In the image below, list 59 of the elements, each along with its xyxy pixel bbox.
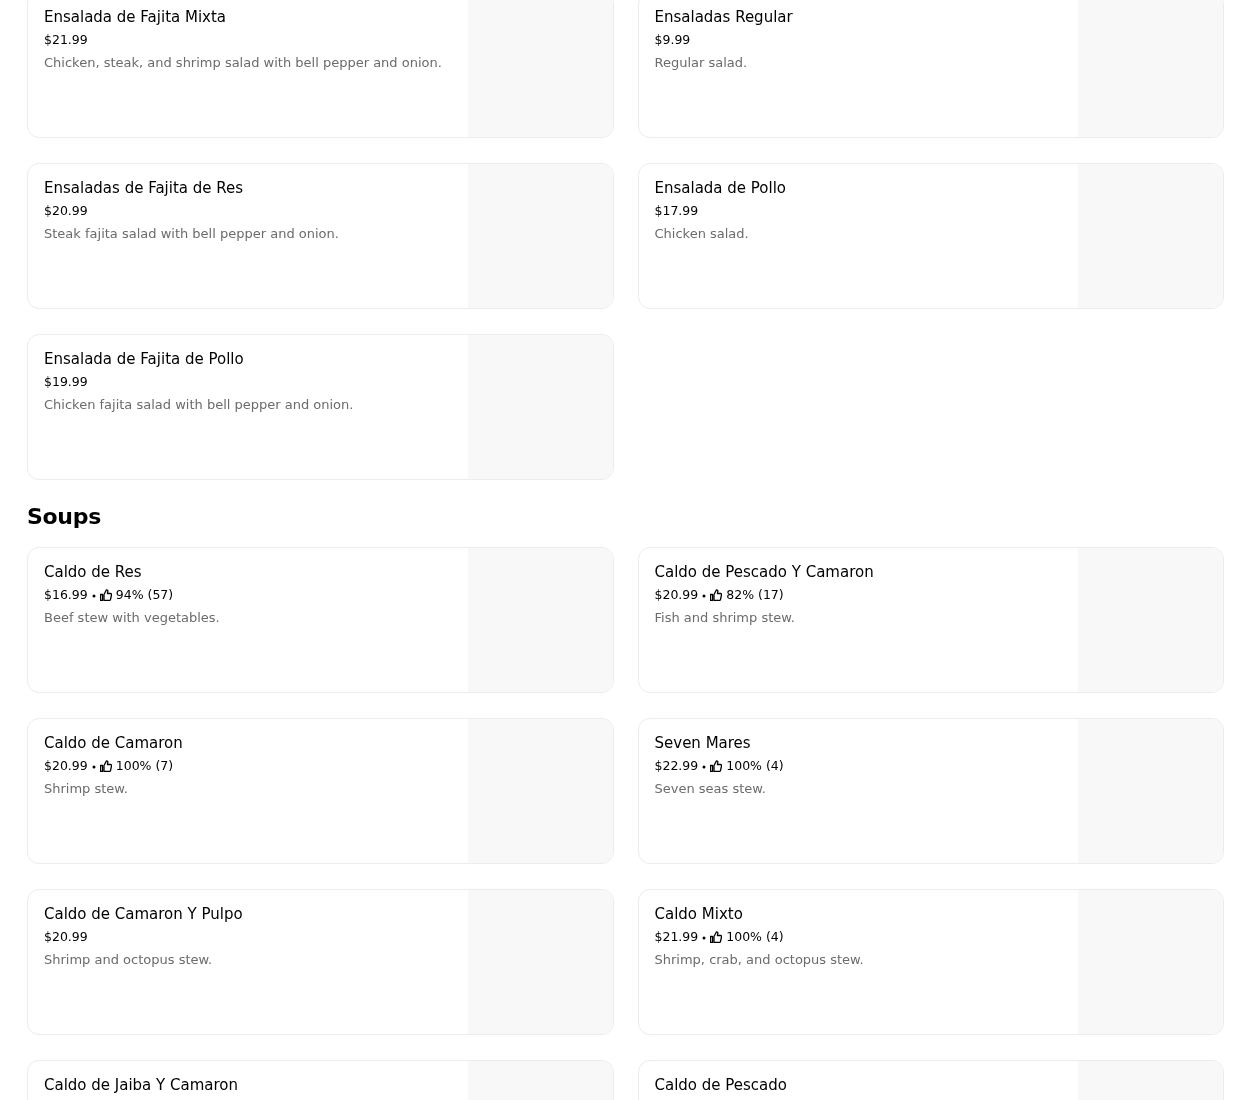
item-price: $19.99: [44, 374, 88, 389]
item-description: Chicken, steak, and shrimp salad with bell pepper and onion.: [44, 55, 443, 70]
item-price: $20.99: [654, 587, 699, 602]
item-name: Ensalada de Fajita Mixta: [44, 8, 228, 26]
item-description: Beef stew with vegetables.: [44, 610, 221, 625]
item-price: $17.99: [654, 203, 699, 218]
item-name: Ensaladas Regular: [654, 8, 794, 26]
item-description: Shrimp stew.: [44, 781, 129, 796]
menu-item-card[interactable]: Caldo de Camaron Y Pulpo $20.99 Shrimp and octopus stew.: [27, 889, 614, 1035]
thumbs-up-icon: [710, 930, 723, 943]
item-rating: 100% (4): [726, 758, 784, 773]
item-price: $9.99: [654, 32, 691, 47]
item-name: Ensalada de Pollo: [654, 179, 788, 197]
item-description: Shrimp, crab, and octopus stew.: [654, 952, 865, 967]
item-name: Caldo de Pescado: [654, 1076, 788, 1094]
item-name: Caldo de Jaiba Y Camaron: [44, 1076, 239, 1094]
item-rating: 100% (7): [115, 758, 174, 773]
menu-item-card[interactable]: Caldo de Jaiba Y Camaron: [27, 1060, 614, 1100]
item-description: Chicken salad.: [654, 226, 750, 241]
thumbs-up-icon: [710, 588, 723, 601]
item-price: $20.99: [44, 929, 88, 944]
item-price: $22.99: [654, 758, 699, 773]
menu-item-card[interactable]: Caldo de Pescado Y Camaron $20.99 82% (17) Fish and shrimp stew.: [637, 547, 1224, 693]
menu-item-card[interactable]: Caldo de Res $16.99 94% (57) Beef stew with vegetables.: [27, 547, 614, 693]
thumbs-up-icon: [99, 588, 112, 601]
item-name: Caldo Mixto: [654, 905, 744, 923]
item-description: Fish and shrimp stew.: [654, 610, 796, 625]
menu-item-card[interactable]: Ensaladas de Fajita de Res $20.99 Steak fajita salad with bell pepper and onion.: [27, 163, 614, 309]
item-name: Ensaladas de Fajita de Res: [44, 179, 245, 197]
section-heading: Soups: [27, 504, 102, 529]
item-description: Shrimp and octopus stew.: [44, 952, 214, 967]
item-description: Regular salad.: [654, 55, 749, 70]
item-rating: 94% (57): [115, 587, 174, 602]
menu-item-card[interactable]: Caldo de Camaron $20.99 100% (7) Shrimp stew.: [27, 718, 614, 864]
menu-item-card[interactable]: Ensaladas Regular $9.99 Regular salad.: [637, 0, 1224, 138]
item-rating: 82% (17): [726, 587, 784, 602]
menu-item-card[interactable]: Ensalada de Fajita Mixta $21.99 Chicken, steak, and shrimp salad with bell pepper and onion.: [27, 0, 614, 138]
item-description: Chicken fajita salad with bell pepper and onion.: [44, 397, 355, 412]
item-price: $21.99: [44, 32, 88, 47]
item-name: Caldo de Camaron: [44, 734, 184, 752]
item-description: Seven seas stew.: [654, 781, 767, 796]
item-price: $21.99: [654, 929, 699, 944]
item-price: $20.99: [44, 203, 88, 218]
menu-item-card[interactable]: Caldo de Pescado: [637, 1060, 1224, 1100]
item-name: Caldo de Camaron Y Pulpo: [44, 905, 244, 923]
menu-item-card[interactable]: Caldo Mixto $21.99 100% (4) Shrimp, crab, and octopus stew.: [637, 889, 1224, 1035]
item-name: Caldo de Pescado Y Camaron: [654, 563, 875, 581]
menu-item-card[interactable]: Ensalada de Pollo $17.99 Chicken salad.: [637, 163, 1224, 309]
item-name: Ensalada de Fajita de Pollo: [44, 350, 245, 368]
item-rating: 100% (4): [726, 929, 784, 944]
menu-item-card[interactable]: Ensalada de Fajita de Pollo $19.99 Chicken fajita salad with bell pepper and onion.: [27, 334, 614, 480]
item-price: $20.99: [44, 758, 88, 773]
item-price: $16.99: [44, 587, 88, 602]
thumbs-up-icon: [710, 759, 723, 772]
item-name: Seven Mares: [654, 734, 752, 752]
thumbs-up-icon: [99, 759, 112, 772]
menu-item-card[interactable]: Seven Mares $22.99 100% (4) Seven seas stew.: [637, 718, 1224, 864]
item-name: Caldo de Res: [44, 563, 143, 581]
item-description: Steak fajita salad with bell pepper and onion.: [44, 226, 340, 241]
